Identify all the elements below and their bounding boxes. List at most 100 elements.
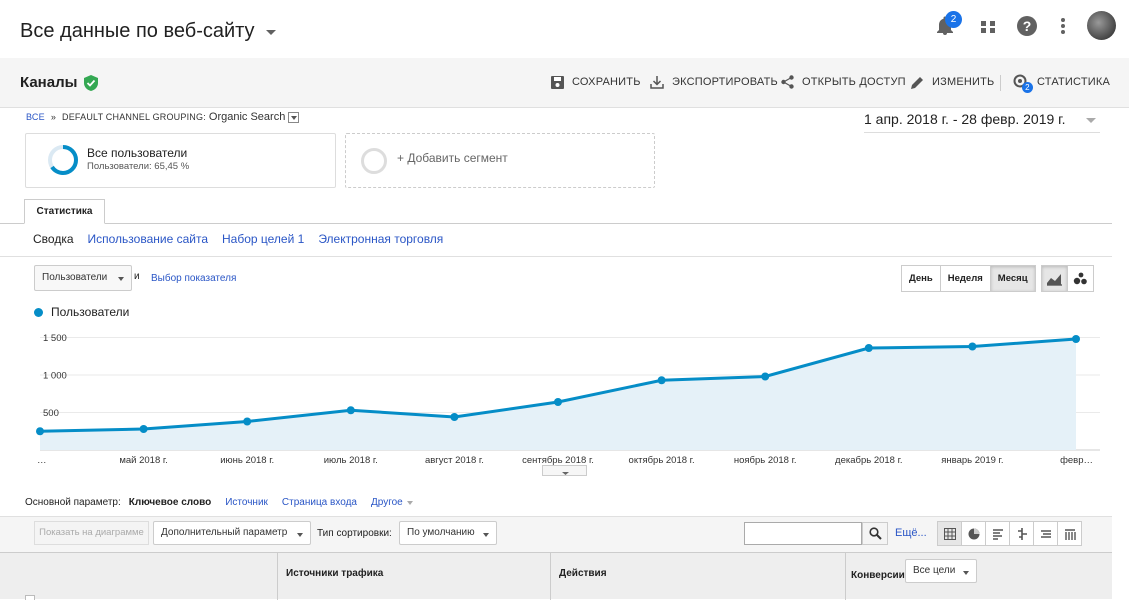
- metric-select[interactable]: Пользователи: [34, 265, 132, 291]
- avatar[interactable]: [1087, 11, 1116, 40]
- add-segment-label: + Добавить сегмент: [397, 151, 508, 165]
- period-toggle: День Неделя Месяц: [901, 265, 1036, 292]
- subtab-ecommerce[interactable]: Электронная торговля: [318, 232, 443, 246]
- y-tick-label: 1 000: [43, 371, 67, 382]
- data-point[interactable]: [1072, 335, 1080, 343]
- period-month-button[interactable]: Месяц: [989, 265, 1036, 292]
- date-dropdown-icon: [1086, 118, 1096, 123]
- chevron-down-icon: [297, 533, 303, 537]
- sort-type-value: По умолчанию: [407, 527, 475, 538]
- verified-shield-icon: [84, 75, 98, 91]
- x-tick-label: ноябрь 2018 г.: [734, 455, 797, 466]
- y-tick-label: 1 500: [43, 333, 67, 344]
- save-label: СОХРАНИТЬ: [572, 76, 641, 88]
- group-behavior-label: Действия: [559, 568, 607, 579]
- data-point[interactable]: [450, 413, 459, 421]
- breadcrumb-all-link[interactable]: ВСЕ: [26, 112, 45, 122]
- table-view-toggle: [937, 521, 1082, 546]
- header-keyword-column: [0, 553, 278, 600]
- data-point[interactable]: [346, 406, 355, 415]
- primary-dimension-bar: Основной параметр: Ключевое слово Источн…: [25, 497, 413, 508]
- sort-type-select[interactable]: По умолчанию: [399, 521, 497, 545]
- data-point[interactable]: [36, 427, 44, 436]
- data-point[interactable]: [243, 417, 252, 426]
- data-point[interactable]: [968, 342, 977, 351]
- period-week-button[interactable]: Неделя: [939, 265, 991, 292]
- users-area-chart: … май 2018 г. июнь 2018 г. июль 2018 г. авгу…: [36, 333, 1100, 466]
- dimension-source[interactable]: Источник: [225, 497, 268, 508]
- pivot-view-icon[interactable]: [1057, 521, 1082, 546]
- subtab-bar: Сводка Использование сайта Набор целей 1…: [33, 232, 443, 246]
- x-tick-label: июль 2018 г.: [324, 455, 378, 466]
- edit-button[interactable]: ИЗМЕНИТЬ: [911, 72, 994, 92]
- export-button[interactable]: ЭКСПОРТИРОВАТЬ: [650, 72, 778, 92]
- chart-type-toggle: [1041, 265, 1094, 292]
- line-chart-icon[interactable]: [1041, 265, 1068, 292]
- table-search-input[interactable]: [744, 522, 862, 545]
- property-dropdown-icon[interactable]: [266, 30, 276, 35]
- advanced-filter-link[interactable]: Ещё...: [895, 527, 927, 539]
- insights-button[interactable]: 2 СТАТИСТИКА: [1013, 72, 1110, 93]
- data-point[interactable]: [761, 372, 770, 381]
- insights-label: СТАТИСТИКА: [1037, 76, 1110, 88]
- search-icon[interactable]: [862, 522, 888, 545]
- comparison-view-icon[interactable]: [1009, 521, 1034, 546]
- date-range-picker[interactable]: 1 апр. 2018 г. - 28 февр. 2019 г.: [864, 111, 1100, 133]
- secondary-dimension-select[interactable]: Дополнительный параметр: [153, 521, 311, 545]
- data-point[interactable]: [657, 376, 666, 385]
- term-cloud-view-icon[interactable]: [1033, 521, 1058, 546]
- add-segment-box[interactable]: + Добавить сегмент: [345, 133, 655, 188]
- notification-count-badge: 2: [945, 11, 962, 28]
- edit-label: ИЗМЕНИТЬ: [932, 76, 995, 88]
- subtab-site-usage[interactable]: Использование сайта: [88, 232, 209, 246]
- metric-select-value: Пользователи: [42, 272, 108, 283]
- dimension-landing-page[interactable]: Страница входа: [282, 497, 357, 508]
- secondary-dimension-label: Дополнительный параметр: [161, 527, 288, 538]
- performance-view-icon[interactable]: [985, 521, 1010, 546]
- apps-grid-icon[interactable]: [976, 14, 1000, 38]
- header-group-acquisition: Источники трафика: [277, 553, 550, 600]
- legend-series-label: Пользователи: [51, 305, 130, 319]
- dimension-other-dropdown[interactable]: Другое: [371, 497, 413, 508]
- pie-view-icon[interactable]: [961, 521, 986, 546]
- share-button[interactable]: ОТКРЫТЬ ДОСТУП: [781, 72, 906, 92]
- goal-select-value: Все цели: [913, 565, 956, 576]
- chart-resize-handle[interactable]: [542, 465, 587, 476]
- insights-icon: 2: [1013, 74, 1033, 93]
- breadcrumb-dropdown-icon[interactable]: [288, 111, 300, 123]
- select-all-checkbox[interactable]: [25, 595, 35, 600]
- sort-type-label: Тип сортировки:: [317, 528, 392, 539]
- select-metric-link[interactable]: Выбор показателя: [151, 273, 236, 284]
- data-point[interactable]: [864, 344, 873, 352]
- breadcrumb: ВСЕ » DEFAULT CHANNEL GROUPING: Organic …: [26, 111, 300, 123]
- help-icon[interactable]: ?: [1015, 14, 1039, 38]
- subtab-summary[interactable]: Сводка: [33, 232, 74, 246]
- data-table-view-icon[interactable]: [937, 521, 962, 546]
- chart-legend: Пользователи: [34, 305, 129, 319]
- tab-divider: [0, 223, 1112, 224]
- chevron-down-icon: [483, 533, 489, 537]
- primary-dimension-label: Основной параметр:: [25, 497, 121, 508]
- svg-text:?: ?: [1023, 18, 1032, 34]
- period-day-button[interactable]: День: [901, 265, 941, 292]
- subtab-goal-set[interactable]: Набор целей 1: [222, 232, 304, 246]
- segment-ring-icon: [48, 145, 78, 175]
- more-vert-icon[interactable]: [1051, 14, 1075, 38]
- segment-all-users[interactable]: Все пользователи Пользователи: 65,45 %: [25, 133, 336, 188]
- date-range-label: 1 апр. 2018 г. - 28 февр. 2019 г.: [864, 111, 1066, 127]
- series-area-fill: [40, 339, 1076, 450]
- save-icon: [551, 75, 564, 89]
- goal-select[interactable]: Все цели: [905, 559, 977, 583]
- property-title[interactable]: Все данные по веб-сайту: [20, 20, 255, 43]
- tab-statistics[interactable]: Статистика: [24, 199, 105, 224]
- top-app-bar: Все данные по веб-сайту 2 ?: [0, 0, 1129, 58]
- breadcrumb-grouping: DEFAULT CHANNEL GROUPING:: [62, 112, 206, 122]
- data-point[interactable]: [139, 425, 148, 433]
- data-point[interactable]: [554, 398, 562, 406]
- pencil-icon: [911, 76, 923, 89]
- motion-chart-icon[interactable]: [1067, 265, 1094, 292]
- save-button[interactable]: СОХРАНИТЬ: [551, 72, 641, 92]
- empty-segment-ring-icon: [361, 148, 387, 174]
- x-tick-label: май 2018 г.: [119, 455, 167, 466]
- plot-rows-button[interactable]: Показать на диаграмме: [34, 521, 149, 545]
